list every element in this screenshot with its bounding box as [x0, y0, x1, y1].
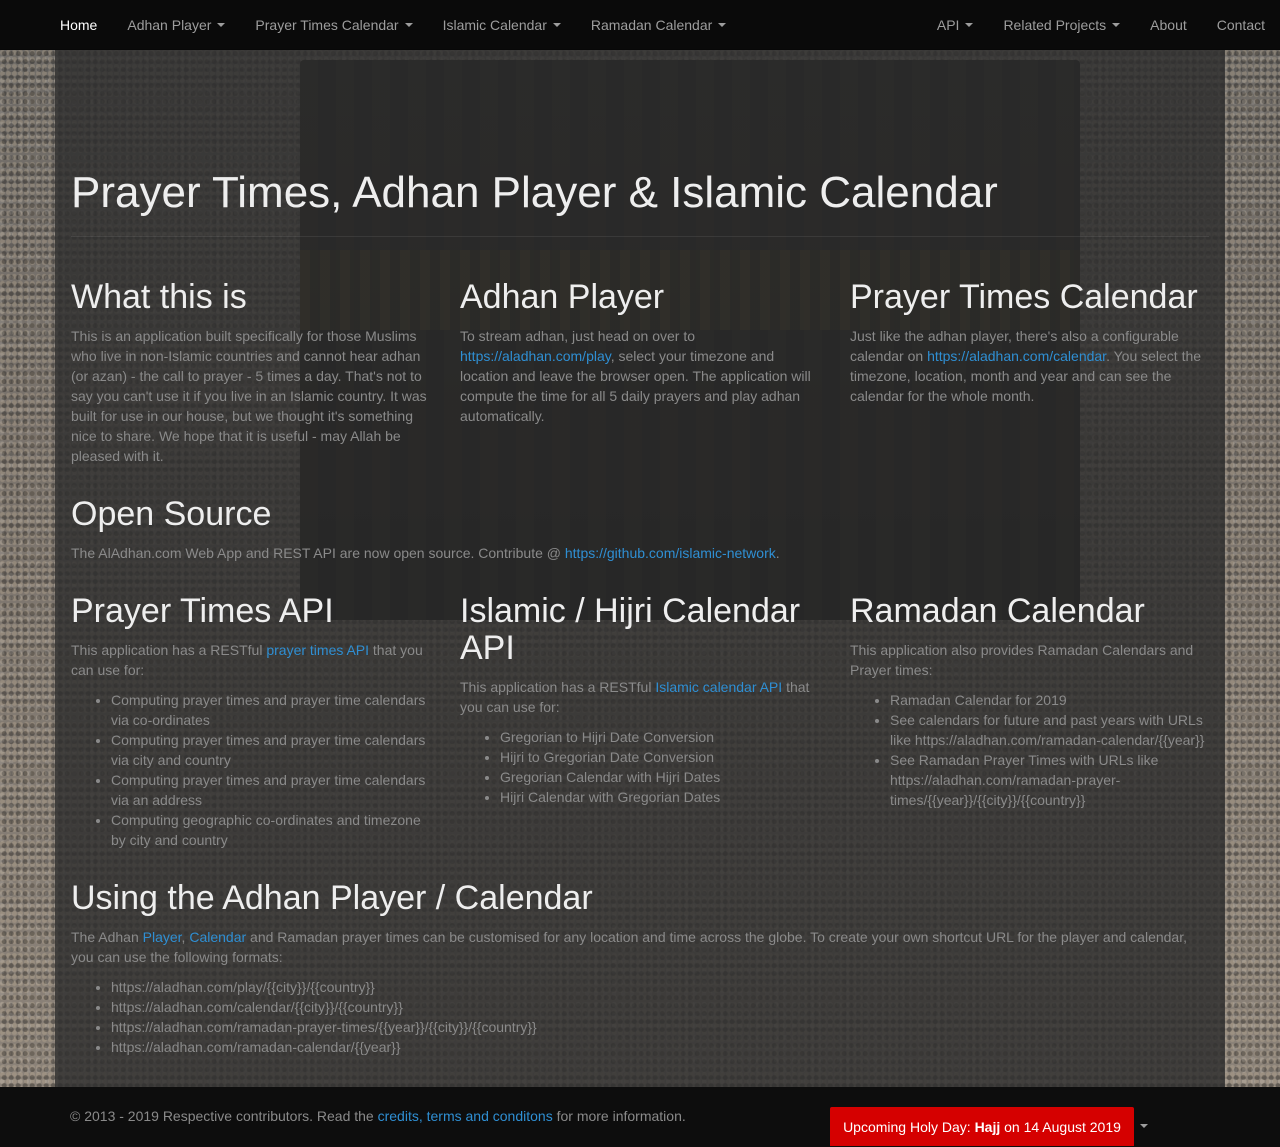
nav-ramadan-calendar-label: Ramadan Calendar [590, 17, 713, 33]
section-heading: Open Source [71, 495, 272, 533]
section-heading: What this is [71, 278, 247, 316]
caret-down-icon [1112, 23, 1121, 27]
holy-day-name: Hajj [974, 1118, 1001, 1135]
list-item: Computing prayer times and prayer time c… [111, 730, 431, 770]
section-using-player: Using the Adhan Player / Calendar The Ad… [71, 880, 1211, 1057]
section-text: The Adhan Player, Calendar and Ramadan p… [71, 927, 1211, 967]
prayer-times-api-link[interactable]: prayer times API [266, 642, 369, 658]
text-fragment: To stream adhan, just head on over to [460, 328, 696, 344]
nav-contact[interactable]: Contact [1202, 0, 1280, 50]
calendar-link[interactable]: https://aladhan.com/calendar [927, 348, 1106, 364]
list-item: https://aladhan.com/ramadan-prayer-times… [111, 1017, 1211, 1037]
list-item: Computing geographic co-ordinates and ti… [111, 810, 431, 850]
nav-about[interactable]: About [1135, 0, 1202, 50]
list-item: See Ramadan Prayer Times with URLs like … [890, 750, 1210, 810]
list-item: Computing prayer times and prayer time c… [111, 770, 431, 810]
section-prayer-times-api: Prayer Times API This application has a … [71, 593, 431, 850]
nav-left-group: Home Adhan Player Prayer Times Calendar … [45, 0, 741, 50]
section-heading: Adhan Player [460, 278, 665, 316]
hijri-api-feature-list: Gregorian to Hijri Date Conversion Hijri… [460, 727, 820, 807]
nav-related-projects-label: Related Projects [1003, 17, 1107, 33]
list-item: Hijri to Gregorian Date Conversion [500, 747, 820, 767]
list-item: Computing prayer times and prayer time c… [111, 690, 431, 730]
nav-api[interactable]: API [922, 0, 989, 50]
ramadan-feature-list: Ramadan Calendar for 2019 See calendars … [850, 690, 1210, 810]
section-ramadan-calendar: Ramadan Calendar This application also p… [850, 593, 1210, 810]
section-text: To stream adhan, just head on over to htt… [460, 326, 820, 426]
section-text: This application also provides Ramadan C… [850, 642, 1194, 678]
nav-islamic-calendar[interactable]: Islamic Calendar [428, 0, 576, 50]
footer-copyright: © 2013 - 2019 Respective contributors. R… [70, 1108, 686, 1124]
section-text: The AlAdhan.com Web App and REST API are… [71, 543, 1211, 563]
upcoming-holy-day-button[interactable]: Upcoming Holy Day: Hajj on 14 August 201… [830, 1107, 1134, 1146]
footer: © 2013 - 2019 Respective contributors. R… [0, 1087, 1280, 1147]
section-heading: Using the Adhan Player / Calendar [71, 879, 593, 917]
credits-link[interactable]: credits, terms and conditons [378, 1108, 553, 1124]
nav-about-label: About [1150, 17, 1187, 33]
calendar-link-inline[interactable]: Calendar [189, 929, 246, 945]
prayer-api-feature-list: Computing prayer times and prayer time c… [71, 690, 431, 850]
nav-right-group: API Related Projects About Contact [922, 0, 1280, 50]
section-text: This is an application built specificall… [71, 328, 427, 464]
caret-down-icon [965, 23, 974, 27]
section-heading: Ramadan Calendar [850, 592, 1145, 630]
text-fragment: This application has a RESTful [71, 642, 263, 658]
section-open-source: Open Source The AlAdhan.com Web App and … [71, 496, 1211, 563]
caret-down-icon [718, 23, 727, 27]
section-heading: Prayer Times API [71, 592, 334, 630]
caret-down-icon [404, 23, 413, 27]
list-item: https://aladhan.com/calendar/{{city}}/{{… [111, 997, 1211, 1017]
nav-home[interactable]: Home [45, 0, 112, 50]
text-fragment: This application has a RESTful [460, 679, 652, 695]
list-item: https://aladhan.com/play/{{city}}/{{coun… [111, 977, 1211, 997]
holy-day-prefix: Upcoming Holy Day: [843, 1118, 971, 1135]
page-title: Prayer Times, Adhan Player & Islamic Cal… [71, 168, 998, 217]
section-text: This application has a RESTful Islamic c… [460, 677, 820, 717]
section-hijri-calendar-api: Islamic / Hijri Calendar API This applic… [460, 593, 820, 807]
nav-api-label: API [936, 17, 960, 33]
url-format-list: https://aladhan.com/play/{{city}}/{{coun… [71, 977, 1211, 1057]
nav-home-label: Home [60, 17, 98, 33]
nav-related-projects[interactable]: Related Projects [988, 0, 1135, 50]
title-divider [71, 236, 1209, 237]
caret-down-icon [217, 23, 226, 27]
nav-prayer-times-calendar-label: Prayer Times Calendar [255, 17, 399, 33]
adhan-play-link[interactable]: https://aladhan.com/play [460, 348, 611, 364]
caret-down-icon [552, 23, 561, 27]
text-fragment: © 2013 - 2019 Respective contributors. R… [70, 1108, 374, 1124]
caret-down-icon[interactable] [1140, 1124, 1148, 1128]
player-link[interactable]: Player [143, 929, 182, 945]
section-prayer-times-calendar: Prayer Times Calendar Just like the adha… [850, 279, 1210, 406]
nav-islamic-calendar-label: Islamic Calendar [442, 17, 547, 33]
list-item: Gregorian to Hijri Date Conversion [500, 727, 820, 747]
list-item-link[interactable]: Gregorian Calendar with Hijri Dates [500, 767, 820, 787]
github-link[interactable]: https://github.com/islamic-network [565, 545, 776, 561]
list-item: See calendars for future and past years … [890, 710, 1210, 750]
section-adhan-player: Adhan Player To stream adhan, just head … [460, 279, 820, 426]
list-item-link[interactable]: Ramadan Calendar for 2019 [890, 690, 1210, 710]
text-fragment: . [775, 545, 780, 561]
section-heading: Islamic / Hijri Calendar API [460, 592, 801, 667]
section-what-this-is: What this is This is an application buil… [71, 279, 431, 466]
text-fragment: The Adhan [71, 929, 139, 945]
list-item: https://aladhan.com/ramadan-calendar/{{y… [111, 1037, 1211, 1057]
nav-adhan-player-label: Adhan Player [127, 17, 212, 33]
holy-day-date: on 14 August 2019 [1004, 1118, 1121, 1135]
islamic-calendar-api-link[interactable]: Islamic calendar API [655, 679, 782, 695]
nav-adhan-player[interactable]: Adhan Player [112, 0, 240, 50]
list-item-link[interactable]: Hijri Calendar with Gregorian Dates [500, 787, 820, 807]
section-text: This application has a RESTful prayer ti… [71, 640, 431, 680]
section-text: Just like the adhan player, there's also… [850, 326, 1210, 406]
text-fragment: , [181, 929, 186, 945]
nav-ramadan-calendar[interactable]: Ramadan Calendar [576, 0, 741, 50]
nav-contact-label: Contact [1216, 17, 1265, 33]
text-fragment: for more information. [556, 1108, 686, 1124]
nav-prayer-times-calendar[interactable]: Prayer Times Calendar [240, 0, 427, 50]
top-navbar: Home Adhan Player Prayer Times Calendar … [0, 0, 1280, 50]
text-fragment: The AlAdhan.com Web App and REST API are… [71, 545, 561, 561]
section-heading: Prayer Times Calendar [850, 278, 1198, 316]
